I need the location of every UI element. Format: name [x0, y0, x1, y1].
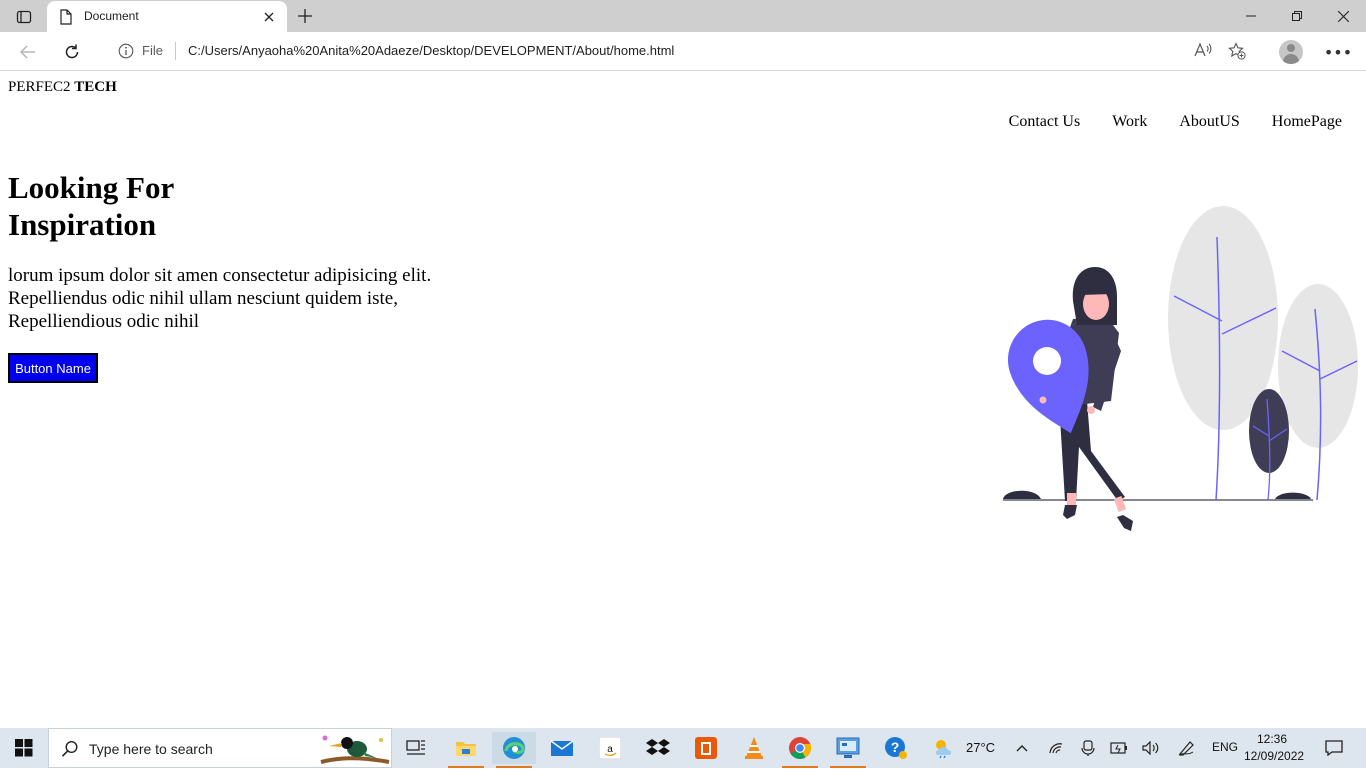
- hero-text-line3: Repelliendious odic nihil: [8, 311, 200, 332]
- vlc-icon[interactable]: [732, 732, 776, 764]
- clock[interactable]: 12:36 12/09/2022: [1244, 731, 1305, 765]
- woman-shoe-right: [1117, 515, 1133, 531]
- notifications-icon[interactable]: [1318, 732, 1350, 764]
- web-page: PERFEC2 TECH Contact Us Work AboutUS Hom…: [0, 71, 1366, 728]
- nav-work[interactable]: Work: [1112, 113, 1147, 131]
- profile-avatar[interactable]: [1279, 40, 1303, 64]
- task-view-icon[interactable]: [394, 732, 438, 764]
- battery-icon[interactable]: [1106, 732, 1132, 764]
- minimize-button[interactable]: [1228, 2, 1274, 30]
- tab-title: Document: [84, 9, 139, 23]
- woman-ankle-left: [1067, 493, 1076, 507]
- address-separator: [175, 42, 176, 60]
- woman-left-hand: [1039, 396, 1047, 404]
- network-icon[interactable]: [1044, 732, 1068, 764]
- search-highlight-bird-icon: [317, 732, 391, 770]
- taskbar: Type here to search a ? 27°C ENG 12:36 1…: [0, 728, 1366, 768]
- clock-time: 12:36: [1256, 732, 1288, 746]
- address-bar[interactable]: File C:/Users/Anyaoha%20Anita%20Adaeze/D…: [100, 36, 1262, 66]
- browser-tab-strip: Document: [0, 0, 1366, 32]
- close-tab-icon[interactable]: [261, 9, 277, 25]
- search-placeholder: Type here to search: [89, 741, 213, 757]
- avatar-head: [1287, 44, 1295, 52]
- woman-ankle-right: [1113, 496, 1127, 512]
- read-aloud-icon[interactable]: [1194, 42, 1212, 62]
- refresh-button[interactable]: [59, 39, 85, 65]
- volume-icon[interactable]: [1138, 732, 1164, 764]
- add-favorite-icon[interactable]: [1228, 42, 1246, 64]
- language-indicator[interactable]: ENG: [1212, 740, 1238, 754]
- scheme-label: File: [142, 43, 163, 58]
- woman-shoe-left: [1063, 505, 1077, 519]
- help-icon[interactable]: ?: [874, 732, 918, 764]
- main-navigation: Contact Us Work AboutUS HomePage: [1009, 113, 1342, 131]
- ground-bush-right: [1275, 492, 1311, 499]
- back-button[interactable]: [15, 39, 41, 65]
- browser-tab[interactable]: Document: [47, 1, 287, 32]
- new-tab-button[interactable]: [293, 5, 317, 27]
- amazon-icon[interactable]: a: [588, 732, 632, 764]
- clock-date: 12/09/2022: [1244, 749, 1305, 763]
- nav-about-us[interactable]: AboutUS: [1179, 113, 1239, 131]
- info-icon[interactable]: [118, 43, 134, 63]
- more-options-icon[interactable]: •••: [1324, 40, 1352, 64]
- hero-title: Looking For Inspiration: [8, 169, 174, 243]
- cta-button[interactable]: Button Name: [8, 353, 98, 383]
- nav-homepage[interactable]: HomePage: [1272, 113, 1342, 131]
- office-icon[interactable]: [684, 732, 728, 764]
- ground-bush-left: [1003, 490, 1041, 499]
- tab-actions-icon[interactable]: [10, 6, 38, 28]
- hero-title-line1: Looking For: [8, 170, 175, 205]
- search-icon: [61, 740, 79, 762]
- hero-text-line2: Repelliendus odic nihil ullam nesciunt q…: [8, 288, 398, 309]
- woman-hand: [1087, 406, 1095, 414]
- windows-start-icon[interactable]: [0, 728, 48, 768]
- control-panel-icon[interactable]: [826, 732, 870, 768]
- hero-text-line1: lorum ipsum dolor sit amen consectetur a…: [8, 265, 432, 286]
- mail-icon[interactable]: [540, 732, 584, 764]
- show-hidden-icons-icon[interactable]: [1010, 732, 1034, 764]
- hero-title-line2: Inspiration: [8, 207, 157, 242]
- site-logo[interactable]: PERFEC2 TECH: [8, 79, 117, 96]
- weather-temperature[interactable]: 27°C: [966, 740, 995, 755]
- logo-part1: PERFEC2: [8, 79, 71, 95]
- file-explorer-icon[interactable]: [444, 732, 488, 768]
- edge-icon[interactable]: [492, 732, 536, 768]
- close-window-button[interactable]: [1320, 2, 1366, 30]
- logo-part2: TECH: [74, 79, 117, 95]
- address-toolbar: File C:/Users/Anyaoha%20Anita%20Adaeze/D…: [0, 32, 1366, 71]
- meet-now-icon[interactable]: [1076, 732, 1100, 764]
- svg-text:a: a: [607, 744, 613, 755]
- chrome-icon[interactable]: [778, 732, 822, 768]
- url-text[interactable]: C:/Users/Anyaoha%20Anita%20Adaeze/Deskto…: [188, 43, 674, 58]
- dropbox-icon[interactable]: [636, 732, 680, 764]
- pen-workspace-icon[interactable]: [1174, 732, 1200, 764]
- restore-button[interactable]: [1274, 2, 1320, 30]
- avatar-body: [1283, 54, 1299, 64]
- document-icon: [59, 9, 73, 29]
- hero-paragraph: lorum ipsum dolor sit amen consectetur a…: [8, 264, 468, 333]
- taskbar-search-box[interactable]: Type here to search: [48, 728, 392, 768]
- svg-text:?: ?: [891, 739, 900, 755]
- nav-contact-us[interactable]: Contact Us: [1009, 113, 1081, 131]
- hero-illustration: [1003, 206, 1358, 531]
- location-pin-hole: [1033, 347, 1061, 375]
- weather-icon[interactable]: [928, 732, 960, 764]
